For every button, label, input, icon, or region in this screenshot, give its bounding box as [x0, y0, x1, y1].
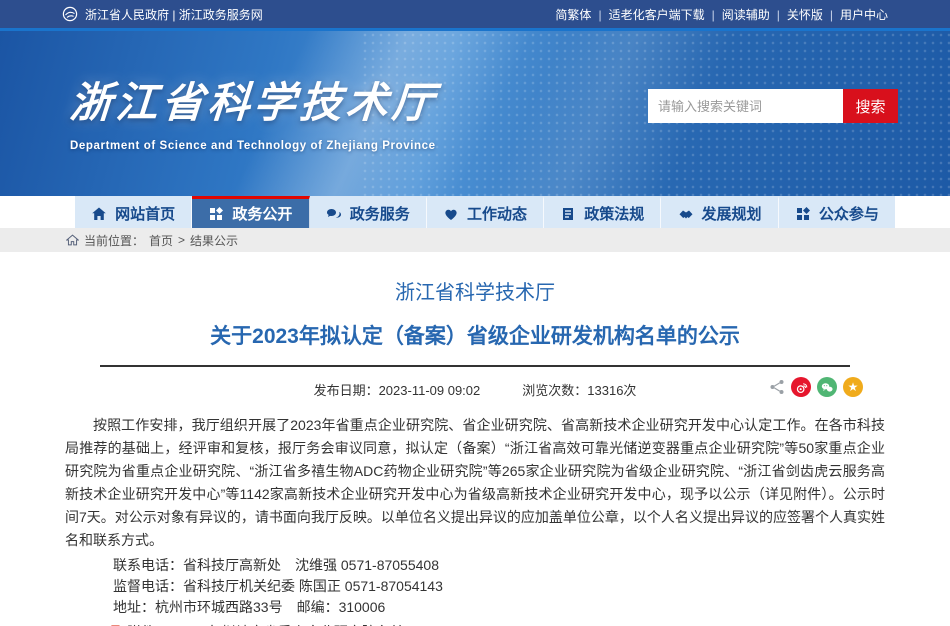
utility-link-user-center[interactable]: 用户中心	[823, 6, 888, 23]
meta-text: 发布日期：2023-11-09 09:02 浏览次数：13316次	[65, 380, 885, 399]
page-root: 浙江省人民政府 | 浙江政务服务网 简繁体 适老化客户端下载 阅读辅助 关怀版 …	[0, 0, 950, 626]
contact-phone-line: 联系电话：省科技厅高新处 沈维强 0571-87055408	[113, 555, 885, 576]
attachment-list: 附件1：2023年拟认定省重点企业研究院名单.pdf 附件2：2023年拟认定省…	[111, 622, 885, 626]
participation-icon	[795, 206, 811, 222]
attachment-label: 附件1：2023年拟认定省重点企业研究院名单.pdf	[127, 622, 427, 626]
supervision-phone-line: 监督电话：省科技厅机关纪委 陈国正 0571-87054143	[113, 576, 885, 597]
breadcrumb-prefix: 当前位置：	[84, 232, 144, 249]
main-nav: 网站首页 政务公开 政务服务 工作动态	[75, 196, 895, 228]
nav-item-home[interactable]: 网站首页	[75, 196, 192, 228]
publish-date-label: 发布日期：	[314, 383, 379, 398]
article: 浙江省科学技术厅 关于2023年拟认定（备案）省级企业研发机构名单的公示 发布日…	[0, 252, 950, 626]
share-nodes-icon[interactable]	[769, 379, 785, 395]
site-banner: 浙江省科学技术厅 Department of Science and Techn…	[0, 28, 950, 196]
nav-item-disclosure[interactable]: 政务公开	[192, 196, 309, 228]
title-divider	[100, 365, 850, 367]
nav-item-label: 政策法规	[584, 203, 644, 224]
attachment-link-1[interactable]: 附件1：2023年拟认定省重点企业研究院名单.pdf	[111, 622, 885, 626]
site-subtitle: Department of Science and Technology of …	[70, 140, 438, 152]
nav-item-participation[interactable]: 公众参与	[779, 196, 895, 228]
main-nav-row: 网站首页 政务公开 政务服务 工作动态	[0, 196, 950, 228]
nav-item-planning[interactable]: 发展规划	[661, 196, 778, 228]
disclosure-icon	[208, 206, 224, 222]
gov-portal-links[interactable]: 浙江省人民政府 | 浙江政务服务网	[62, 6, 263, 23]
address-line: 地址：杭州市环城西路33号 邮编：310006	[113, 597, 885, 618]
breadcrumb-separator: >	[178, 233, 185, 247]
article-title-line1: 浙江省科学技术厅	[65, 276, 885, 305]
article-meta: 发布日期：2023-11-09 09:02 浏览次数：13316次	[65, 377, 885, 401]
gov-logo-icon	[62, 6, 78, 22]
nav-item-news[interactable]: 工作动态	[427, 196, 544, 228]
nav-item-label: 公众参与	[819, 203, 879, 224]
utility-link-simplified[interactable]: 简繁体	[555, 6, 591, 23]
publish-date-value: 2023-11-09 09:02	[379, 383, 481, 398]
breadcrumb-home-link[interactable]: 首页	[149, 232, 173, 249]
article-title-line2: 关于2023年拟认定（备案）省级企业研发机构名单的公示	[65, 320, 885, 350]
nav-item-services[interactable]: 政务服务	[310, 196, 427, 228]
utility-link-elderly-client[interactable]: 适老化客户端下载	[591, 6, 704, 23]
article-paragraph: 按照工作安排，我厅组织开展了2023年省重点企业研究院、省企业研究院、省高新技术…	[65, 414, 885, 552]
handshake-icon	[678, 206, 694, 222]
views-label: 浏览次数：	[522, 383, 587, 398]
breadcrumb-current: 结果公示	[190, 232, 238, 249]
gov-links-text[interactable]: 浙江省人民政府 | 浙江政务服务网	[85, 6, 263, 23]
site-search: 搜索	[648, 89, 898, 123]
weibo-share-icon[interactable]	[791, 377, 811, 397]
document-icon	[560, 206, 576, 222]
nav-item-policies[interactable]: 政策法规	[544, 196, 661, 228]
home-icon	[91, 206, 107, 222]
nav-item-label: 政务服务	[350, 203, 410, 224]
chat-bubbles-icon	[326, 206, 342, 222]
nav-item-label: 工作动态	[467, 203, 527, 224]
share-toolbar: ★	[769, 377, 863, 397]
views-value: 13316次	[587, 383, 636, 398]
site-title: 浙江省科学技术厅	[68, 69, 440, 130]
nav-item-label: 网站首页	[115, 203, 175, 224]
search-input[interactable]	[648, 89, 843, 123]
site-logo[interactable]: 浙江省科学技术厅 Department of Science and Techn…	[70, 69, 438, 152]
search-button[interactable]: 搜索	[843, 89, 898, 123]
contact-block: 联系电话：省科技厅高新处 沈维强 0571-87055408 监督电话：省科技厅…	[113, 555, 885, 618]
nav-item-label: 发展规划	[702, 203, 762, 224]
breadcrumb: 当前位置： 首页 > 结果公示	[0, 228, 950, 252]
top-utility-bar: 浙江省人民政府 | 浙江政务服务网 简繁体 适老化客户端下载 阅读辅助 关怀版 …	[0, 0, 950, 28]
breadcrumb-home-icon	[66, 234, 79, 246]
utility-links: 简繁体 适老化客户端下载 阅读辅助 关怀版 用户中心	[555, 6, 888, 23]
qzone-share-icon[interactable]: ★	[843, 377, 863, 397]
heart-icon	[443, 206, 459, 222]
nav-item-label: 政务公开	[232, 203, 292, 224]
utility-link-care-version[interactable]: 关怀版	[770, 6, 823, 23]
utility-link-reading-aid[interactable]: 阅读辅助	[705, 6, 770, 23]
wechat-share-icon[interactable]	[817, 377, 837, 397]
